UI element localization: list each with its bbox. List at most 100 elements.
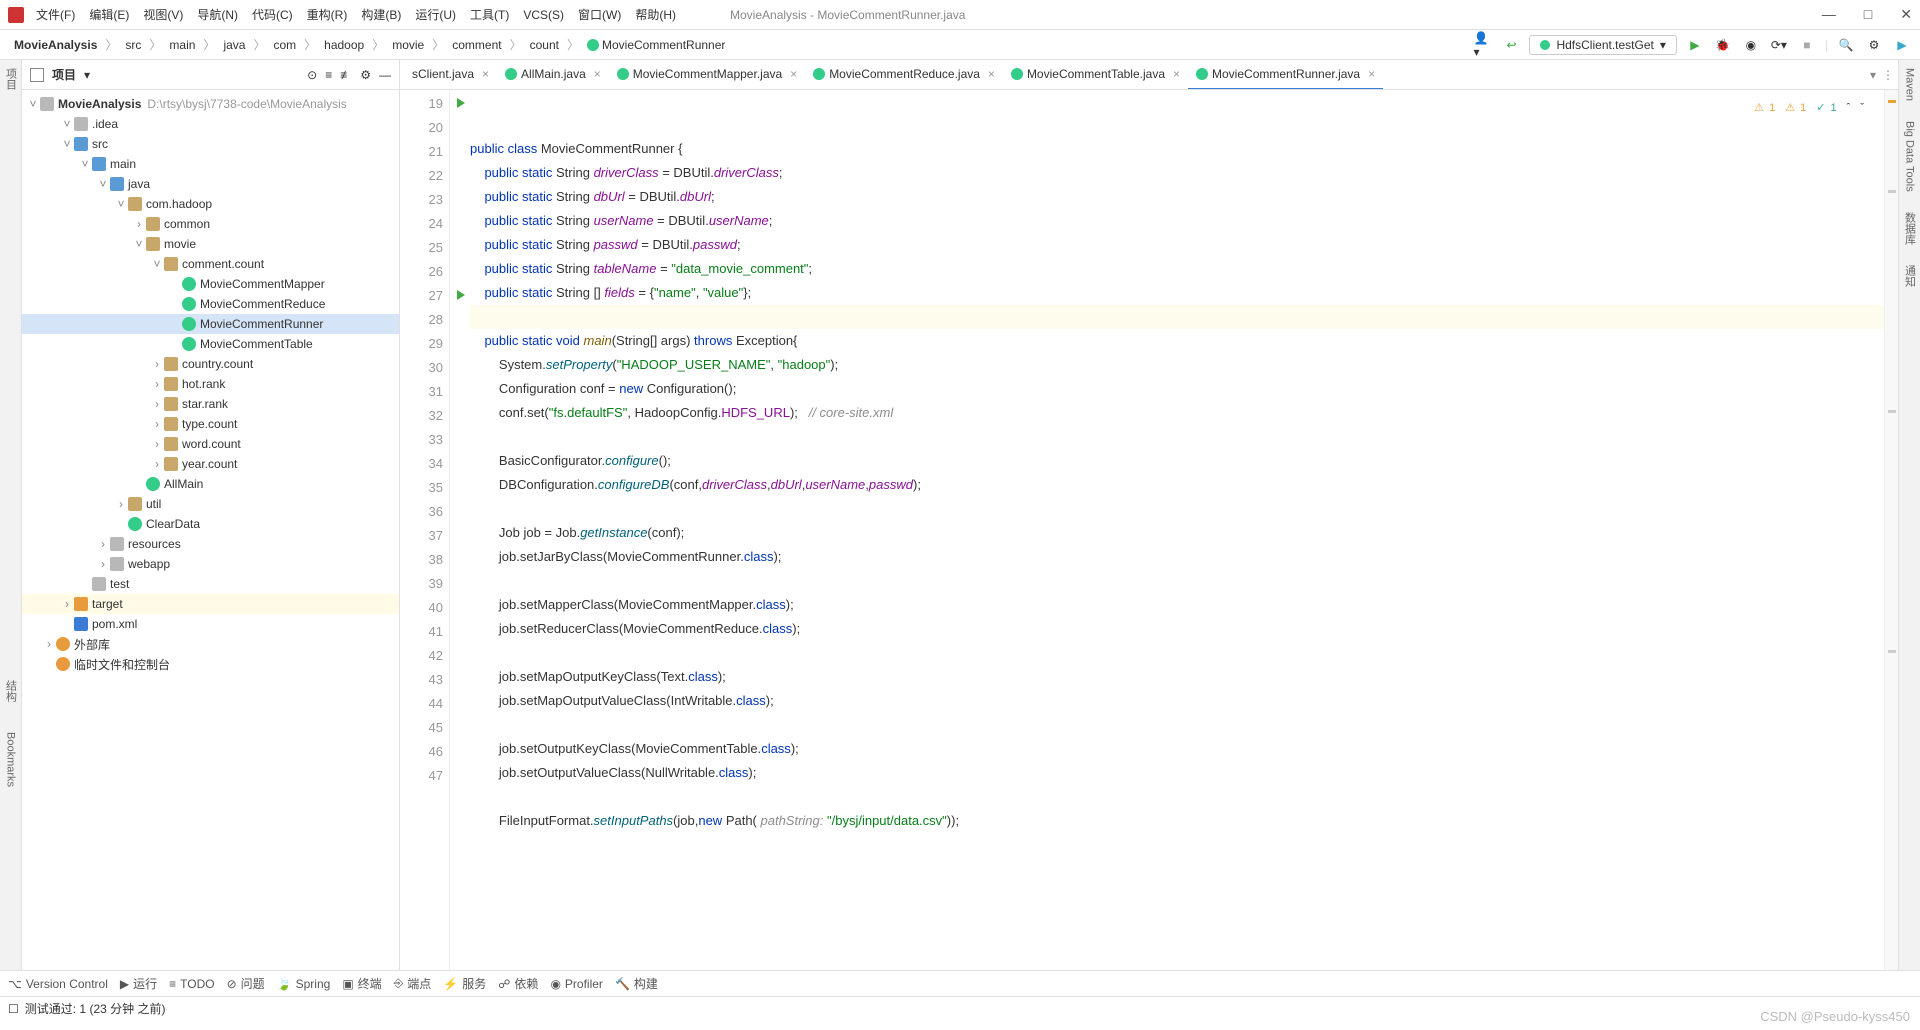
tree-item[interactable]: ›target [22,594,399,614]
breadcrumb-item[interactable]: MovieCommentRunner [581,36,731,54]
breadcrumb-item[interactable]: MovieAnalysis [8,36,103,54]
options-icon[interactable]: ⚙ [360,68,371,82]
breadcrumb-item[interactable]: movie [386,36,430,54]
tree-item[interactable]: MovieCommentReduce [22,294,399,314]
menu-item[interactable]: 文件(F) [36,8,75,22]
menu-item[interactable]: 代码(C) [252,8,293,22]
bottom-tool[interactable]: ◉Profiler [550,977,603,991]
editor-tab[interactable]: sClient.java× [404,60,497,90]
tab-more-icon[interactable]: ⋮ [1882,68,1894,82]
expand-icon[interactable]: ≡ [325,68,332,82]
menu-item[interactable]: 工具(T) [470,8,509,22]
bottom-tool[interactable]: ⊘问题 [227,975,265,992]
scroll-map[interactable] [1884,90,1898,970]
tree-item[interactable]: MovieCommentRunner [22,314,399,334]
close-icon[interactable]: ✕ [1900,6,1912,23]
menu-item[interactable]: 运行(U) [415,8,456,22]
tree-item[interactable]: ›type.count [22,414,399,434]
breadcrumb-item[interactable]: main [163,36,201,54]
locate-icon[interactable]: ⊙ [307,68,317,82]
ai-icon[interactable]: ▶ [1892,35,1912,55]
coverage-icon[interactable]: ◉ [1741,35,1761,55]
breadcrumb-item[interactable]: comment [446,36,507,54]
line-gutter[interactable]: 1920212223242526272829303132333435363738… [400,90,450,970]
chevron-up-icon[interactable]: ˆ [1847,96,1851,120]
menu-item[interactable]: 导航(N) [197,8,238,22]
menu-item[interactable]: 帮助(H) [635,8,676,22]
run-icon[interactable]: ▶ [1685,35,1705,55]
bottom-tool[interactable]: ⌥Version Control [8,977,108,991]
tree-item[interactable]: ˅comment.count [22,254,399,274]
bottom-tool[interactable]: 🔨构建 [615,975,658,992]
bottom-tool[interactable]: ☍依赖 [498,975,538,992]
code-editor[interactable]: ⚠ 1 ⚠ 1 ✓ 1 ˆ ˇ public class MovieCommen… [450,90,1884,970]
tree-item[interactable]: ›util [22,494,399,514]
tree-item[interactable]: pom.xml [22,614,399,634]
tree-item[interactable]: ›word.count [22,434,399,454]
tool-notifications[interactable]: 通知 [1902,265,1918,287]
tree-item[interactable]: ›webapp [22,554,399,574]
tree-item[interactable]: ›country.count [22,354,399,374]
tree-item[interactable]: ˅.idea [22,114,399,134]
tree-item[interactable]: AllMain [22,474,399,494]
breadcrumb-item[interactable]: count [524,36,565,54]
tree-item[interactable]: test [22,574,399,594]
menu-item[interactable]: 视图(V) [143,8,183,22]
tree-item[interactable]: MovieCommentTable [22,334,399,354]
project-view-icon[interactable] [30,68,44,82]
bottom-tool[interactable]: 🍃Spring [277,977,331,991]
editor-tab[interactable]: AllMain.java× [497,60,609,90]
tool-project[interactable]: 项目 [3,68,19,90]
tool-structure[interactable]: 结构 [3,680,19,702]
menu-item[interactable]: 窗口(W) [578,8,621,22]
minimize-icon[interactable]: — [1822,6,1836,23]
back-icon[interactable]: ↩ [1501,35,1521,55]
tree-item[interactable]: ›外部库 [22,634,399,654]
tree-item[interactable]: ›common [22,214,399,234]
debug-icon[interactable]: 🐞 [1713,35,1733,55]
editor-tab[interactable]: MovieCommentRunner.java× [1188,60,1383,90]
menu-item[interactable]: VCS(S) [523,8,564,22]
bottom-tool[interactable]: ≡TODO [169,977,214,991]
profile-icon[interactable]: ⟳▾ [1769,35,1789,55]
search-icon[interactable]: 🔍 [1836,35,1856,55]
tree-item[interactable]: ˅com.hadoop [22,194,399,214]
tree-item[interactable]: ›hot.rank [22,374,399,394]
maximize-icon[interactable]: □ [1864,6,1872,23]
collapse-icon[interactable]: ≢ [340,68,352,82]
breadcrumb-item[interactable]: java [217,36,251,54]
settings-icon[interactable]: ⚙ [1864,35,1884,55]
editor-tab[interactable]: MovieCommentMapper.java× [609,60,805,90]
tree-item[interactable]: ˅movie [22,234,399,254]
inspection-indicators[interactable]: ⚠ 1 ⚠ 1 ✓ 1 ˆ ˇ [1750,96,1868,120]
tree-item[interactable]: 临时文件和控制台 [22,654,399,674]
tree-item[interactable]: MovieCommentMapper [22,274,399,294]
editor-tab[interactable]: MovieCommentReduce.java× [805,60,1003,90]
tree-item[interactable]: ›star.rank [22,394,399,414]
menu-item[interactable]: 构建(B) [361,8,401,22]
bottom-tool[interactable]: ⎆端点 [394,975,432,992]
editor-tab[interactable]: MovieCommentTable.java× [1003,60,1188,90]
bottom-tool[interactable]: ▣终端 [342,975,381,992]
user-icon[interactable]: 👤▾ [1473,35,1493,55]
tool-bigdata[interactable]: Big Data Tools [1904,121,1916,192]
tree-item[interactable]: ›resources [22,534,399,554]
hide-icon[interactable]: — [379,68,391,82]
tool-database[interactable]: 数据库 [1902,212,1918,245]
tree-item[interactable]: ˅main [22,154,399,174]
tab-list-icon[interactable]: ▾ [1870,68,1876,82]
chevron-down-icon[interactable]: ˇ [1860,96,1864,120]
menu-item[interactable]: 重构(R) [307,8,348,22]
tool-maven[interactable]: Maven [1904,68,1916,101]
breadcrumb-item[interactable]: src [119,36,147,54]
tool-bookmarks[interactable]: Bookmarks [5,732,17,787]
menu-item[interactable]: 编辑(E) [89,8,129,22]
run-config-selector[interactable]: HdfsClient.testGet ▾ [1529,35,1676,55]
breadcrumb[interactable]: MovieAnalysis〉src〉main〉java〉com〉hadoop〉m… [8,36,731,54]
project-tree[interactable]: ˅MovieAnalysisD:\rtsy\bysj\7738-code\Mov… [22,90,399,970]
tree-item[interactable]: ˅src [22,134,399,154]
breadcrumb-item[interactable]: hadoop [318,36,370,54]
tree-item[interactable]: ClearData [22,514,399,534]
bottom-tool[interactable]: ▶运行 [120,975,157,992]
breadcrumb-item[interactable]: com [267,36,302,54]
